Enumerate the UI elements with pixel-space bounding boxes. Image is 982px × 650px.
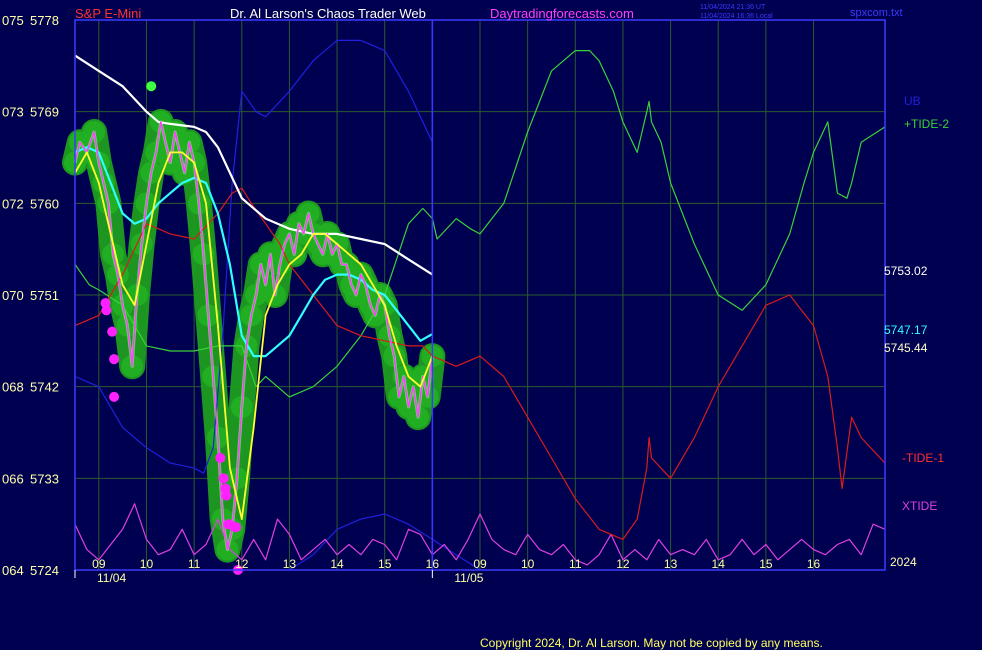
- x-tick-hour: 12: [235, 557, 249, 571]
- y-tick-left: 072: [2, 196, 24, 211]
- x-date-label: 11/04: [97, 571, 126, 585]
- y-tick-left: 068: [2, 380, 24, 395]
- price-chart: 075 5778 073 5769 072 5760 070 5751 068 5742 066 57…: [0, 0, 982, 650]
- magenta-marker: [231, 522, 242, 533]
- y-tick-right: 5724: [30, 563, 59, 578]
- time-utc: 11/04/2024 21:36 UT: [700, 4, 766, 11]
- x-tick-hour: 12: [616, 557, 630, 571]
- xtide-label: XTIDE: [902, 499, 937, 513]
- y-tick-right: 5733: [30, 471, 59, 486]
- y-tick-right: 5751: [30, 288, 59, 303]
- tide-plus-label: +TIDE-2: [904, 117, 949, 131]
- white-value-label: 5753.02: [884, 264, 928, 278]
- chart-title: Dr. Al Larson's Chaos Trader Web: [230, 6, 426, 21]
- time-local: 11/04/2024 16:36 Local: [700, 13, 773, 20]
- x-tick-hour: 11: [188, 557, 201, 571]
- magenta-marker: [215, 452, 226, 463]
- magenta-marker: [101, 305, 112, 316]
- y-tick-right: 5769: [30, 105, 59, 120]
- x-tick-hour: 16: [426, 557, 440, 571]
- ub-label: UB: [904, 94, 921, 108]
- year-label: 2024: [890, 555, 917, 569]
- x-tick-hour: 13: [664, 557, 678, 571]
- magenta-marker: [218, 473, 229, 484]
- cyan-value-label: 5747.17: [884, 323, 928, 337]
- x-tick-hour: 10: [140, 557, 154, 571]
- y-tick-left: 070: [2, 288, 24, 303]
- copyright-notice: Copyright 2024, Dr. Al Larson. May not b…: [480, 636, 823, 650]
- x-tick-hour: 11: [569, 557, 582, 571]
- magenta-marker: [109, 354, 120, 365]
- top-green-marker: [146, 81, 157, 92]
- y-tick-left: 075: [2, 13, 24, 28]
- y-tick-right: 5778: [30, 13, 59, 28]
- magenta-marker: [109, 391, 120, 402]
- x-date-label: 11/05: [454, 571, 483, 585]
- x-tick-hour: 14: [712, 557, 726, 571]
- magenta-marker: [221, 490, 232, 501]
- data-file: spxcom.txt: [850, 7, 903, 19]
- x-tick-hour: 13: [283, 557, 297, 571]
- y-tick-left: 064: [2, 563, 24, 578]
- y-tick-right: 5742: [30, 380, 59, 395]
- x-tick-hour: 10: [521, 557, 535, 571]
- tide-minus-label: -TIDE-1: [902, 451, 944, 465]
- x-tick-hour: 09: [92, 557, 106, 571]
- symbol-label: S&P E-Mini: [75, 6, 141, 21]
- y-tick-left: 073: [2, 105, 24, 120]
- x-tick-hour: 16: [807, 557, 821, 571]
- x-tick-hour: 15: [378, 557, 392, 571]
- magenta-marker: [107, 326, 118, 337]
- y-tick-right: 5760: [30, 196, 59, 211]
- site-label[interactable]: Daytradingforecasts.com: [490, 6, 634, 21]
- x-tick-hour: 14: [330, 557, 344, 571]
- yellow-value-label: 5745.44: [884, 341, 928, 355]
- x-tick-hour: 09: [473, 557, 487, 571]
- x-tick-hour: 15: [759, 557, 773, 571]
- y-tick-left: 066: [2, 471, 24, 486]
